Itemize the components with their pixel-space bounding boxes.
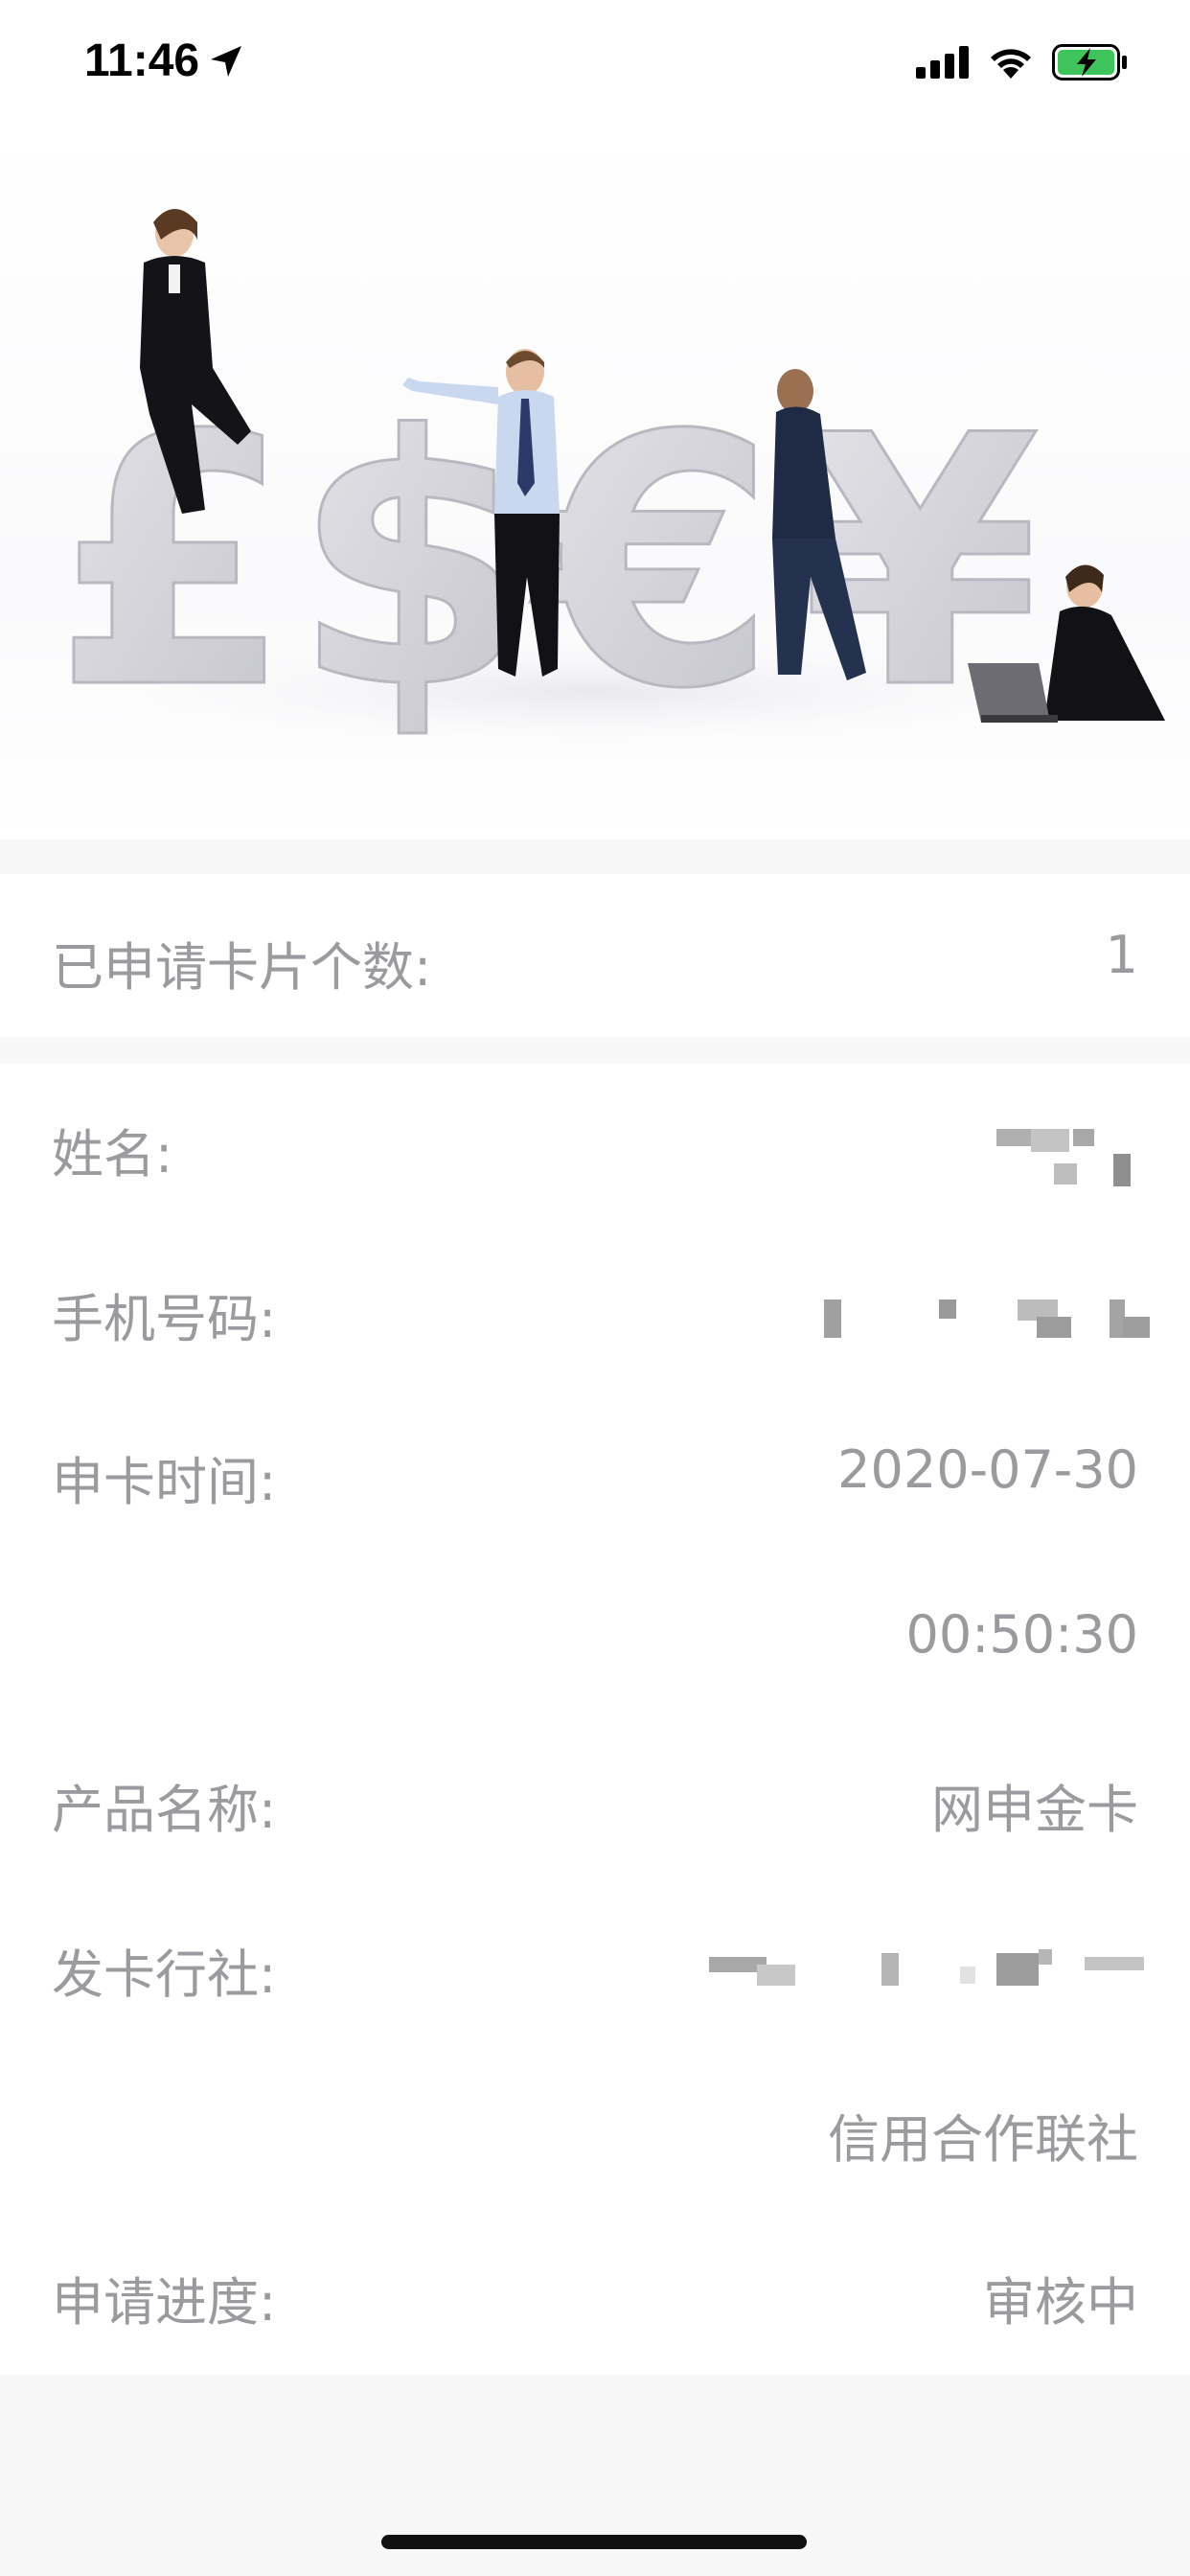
status-bar: 11:46 bbox=[0, 0, 1190, 126]
apply-clock-value: 00:50:30 bbox=[905, 1604, 1138, 1665]
applied-cards-label: 已申请卡片个数: bbox=[52, 937, 432, 998]
apply-time-label: 申卡时间: bbox=[52, 1452, 277, 1512]
issuer-value-line2: 信用合作联社 bbox=[828, 2109, 1138, 2170]
phone-label: 手机号码: bbox=[52, 1289, 277, 1349]
applied-cards-value: 1 bbox=[1105, 925, 1138, 985]
application-detail-card: 姓名: 手机号码: 申卡时间: 2020-07-30 00:50:30 产品名称… bbox=[0, 1064, 1190, 2375]
home-indicator[interactable] bbox=[381, 2535, 807, 2549]
hero-banner: £ $ € ¥ bbox=[0, 126, 1190, 840]
progress-value: 审核中 bbox=[983, 2272, 1138, 2333]
phone-value-redacted bbox=[824, 1300, 1150, 1340]
currency-business-illustration: £ $ € ¥ bbox=[0, 126, 1190, 840]
apply-date-value: 2020-07-30 bbox=[837, 1439, 1138, 1500]
battery-charging-icon bbox=[1052, 44, 1127, 80]
progress-label: 申请进度: bbox=[52, 2272, 277, 2333]
applied-count-card: 已申请卡片个数: 1 bbox=[0, 874, 1190, 1037]
cellular-signal-icon bbox=[916, 46, 969, 79]
euro-symbol: € bbox=[526, 362, 777, 764]
product-value: 网申金卡 bbox=[931, 1780, 1138, 1840]
name-label: 姓名: bbox=[52, 1124, 173, 1184]
screen: 11:46 £ $ € ¥ 已申请卡片个数: 1 姓名: 手机号码: 申卡时间:… bbox=[0, 0, 1190, 2576]
name-value-redacted bbox=[996, 1129, 1131, 1186]
issuer-label: 发卡行社: bbox=[52, 1944, 277, 2005]
wifi-icon bbox=[991, 49, 1031, 79]
product-label: 产品名称: bbox=[52, 1780, 277, 1840]
status-time: 11:46 bbox=[84, 35, 200, 86]
location-arrow-icon bbox=[211, 46, 241, 77]
issuer-value-redacted bbox=[709, 1949, 1150, 1988]
